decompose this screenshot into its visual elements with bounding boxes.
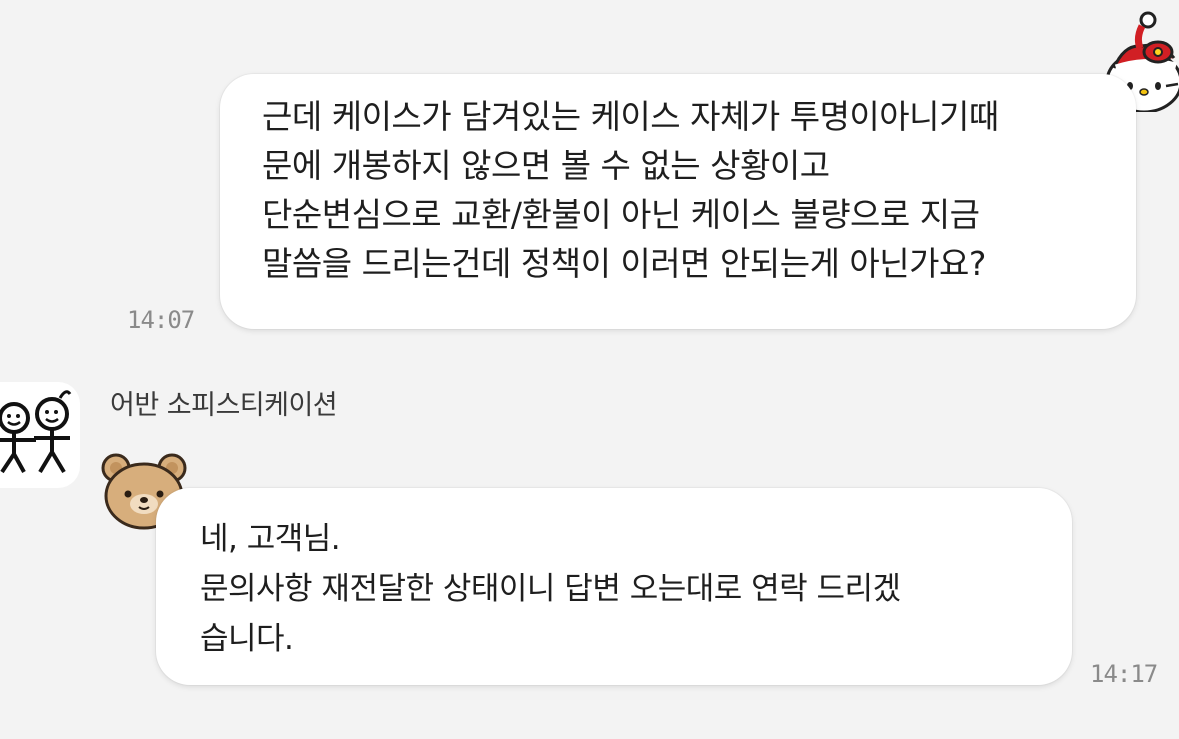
outgoing-message-bubble[interactable]: 근데 케이스가 담겨있는 케이스 자체가 투명이아니기때 문에 개봉하지 않으면… — [220, 74, 1136, 329]
message-line: 네, 고객님. — [200, 521, 341, 557]
message-line: 단순변심으로 교환/환불이 아닌 케이스 불량으로 지금 — [262, 195, 980, 234]
incoming-message-text: 네, 고객님. 문의사항 재전달한 상태이니 답변 오는대로 연락 드리겠 습니… — [200, 514, 1072, 664]
sender-name: 어반 소피스티케이션 — [110, 390, 338, 421]
message-line: 근데 케이스가 담겨있는 케이스 자체가 투명이아니기때 — [262, 97, 999, 136]
outgoing-message-text: 근데 케이스가 담겨있는 케이스 자체가 투명이아니기때 문에 개봉하지 않으면… — [262, 92, 1136, 288]
message-line: 습니다. — [200, 621, 294, 657]
outgoing-message-time: 14:07 — [127, 306, 195, 334]
stick-figures-logo-icon[interactable] — [0, 384, 76, 492]
incoming-message-bubble[interactable]: 네, 고객님. 문의사항 재전달한 상태이니 답변 오는대로 연락 드리겠 습니… — [156, 488, 1072, 685]
message-line: 말씀을 드리는건데 정책이 이러면 안되는게 아닌가요? — [262, 244, 986, 283]
incoming-message-time: 14:17 — [1090, 660, 1158, 688]
message-line: 문에 개봉하지 않으면 볼 수 없는 상황이고 — [262, 146, 830, 185]
message-line: 문의사항 재전달한 상태이니 답변 오는대로 연락 드리겠 — [200, 571, 901, 607]
